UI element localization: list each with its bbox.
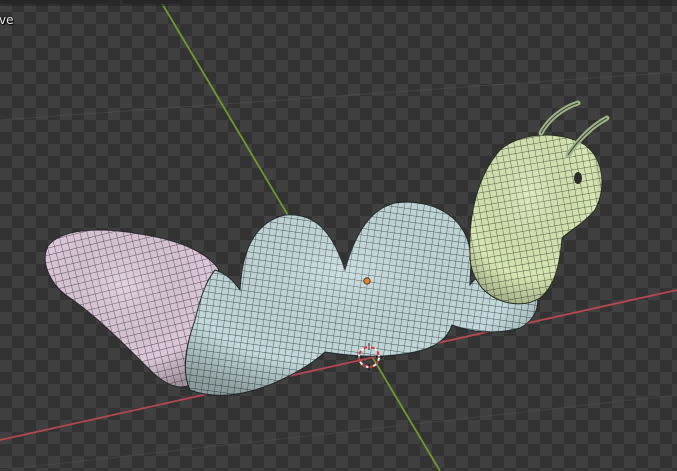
mode-label: ve [0,13,14,27]
eye [574,172,582,184]
viewport-header [0,0,677,6]
header-segment [122,0,184,4]
viewport-canvas[interactable] [0,0,677,471]
header-segment [0,0,108,4]
3d-viewport[interactable]: ve [0,0,677,471]
object-origin-icon [363,277,371,285]
